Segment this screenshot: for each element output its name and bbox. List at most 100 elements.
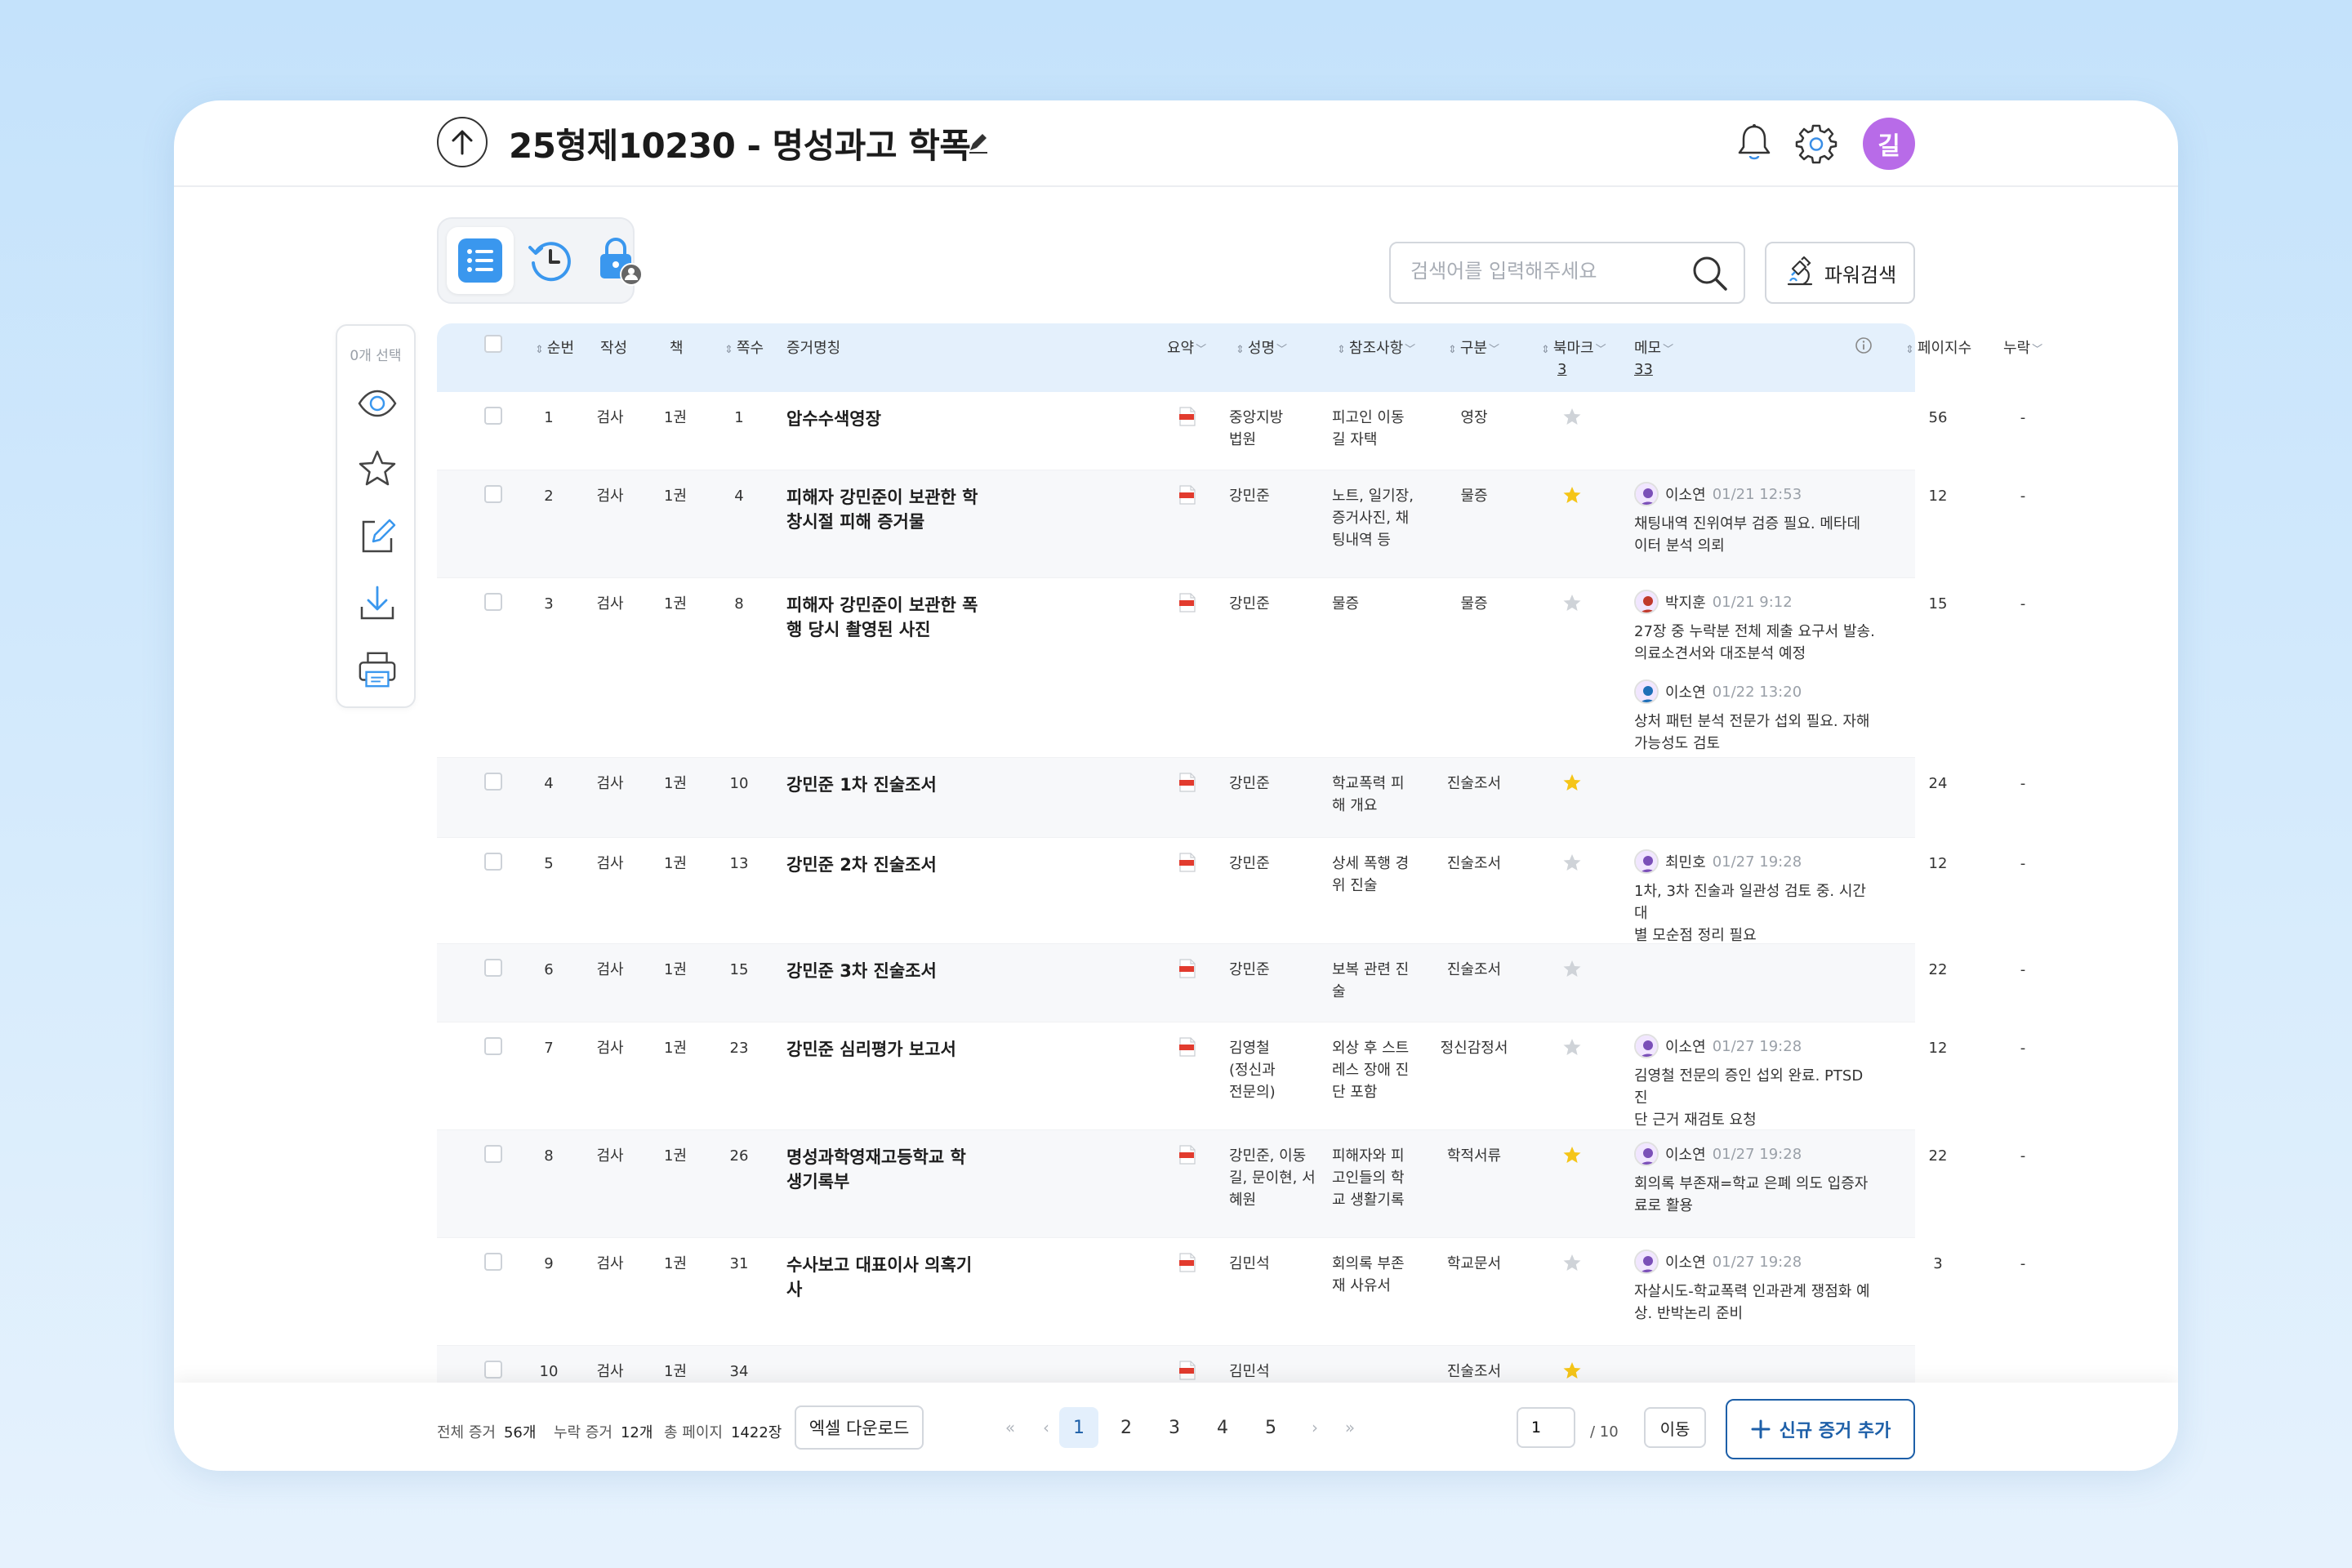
pdf-icon[interactable] <box>1178 485 1196 505</box>
table-row[interactable]: 9 검사 1권 31 수사보고 대표이사 의혹기 사 김민석 회의록 부존 재 사유서 학교문… <box>437 1238 2025 1346</box>
table-row[interactable]: 6 검사 1권 15 강민준 3차 진술조서 강민준 보복 관련 진 술 진술조서 22 - <box>437 944 2025 1022</box>
memo-author: 이소연 <box>1665 487 1706 504</box>
star-filled-icon[interactable] <box>1562 1361 1582 1380</box>
pdf-icon[interactable] <box>1178 773 1196 792</box>
col-ref[interactable]: ⇕ 참조사항 ﹀ <box>1337 336 1415 358</box>
last-page-button[interactable]: » <box>1330 1407 1370 1448</box>
user-avatar[interactable]: 길 <box>1863 118 1915 170</box>
row-checkbox[interactable] <box>484 773 502 791</box>
next-page-button[interactable]: › <box>1295 1407 1334 1448</box>
pdf-icon[interactable] <box>1178 853 1196 872</box>
evidence-name[interactable]: 강민준 2차 진술조서 <box>786 853 991 877</box>
star-empty-icon[interactable] <box>1562 1253 1582 1272</box>
evidence-name[interactable]: 강민준 심리평가 보고서 <box>786 1037 991 1062</box>
evidence-name[interactable]: 강민준 3차 진술조서 <box>786 959 991 983</box>
history-view-tab[interactable] <box>517 227 584 294</box>
search-input[interactable] <box>1410 260 1688 283</box>
search-icon[interactable] <box>1691 255 1729 292</box>
table-row[interactable]: 7 검사 1권 23 강민준 심리평가 보고서 김영철 (정신과 전문의) 외상 후 스트 … <box>437 1022 2025 1131</box>
col-type[interactable]: ⇕ 구분 ﹀ <box>1448 336 1499 358</box>
excel-download-button[interactable]: 엑셀 다운로드 <box>795 1405 924 1450</box>
row-checkbox[interactable] <box>484 853 502 871</box>
col-summary[interactable]: 요약 ﹀ <box>1167 336 1206 358</box>
list-view-tab[interactable] <box>447 227 514 294</box>
memo-item[interactable]: 박지훈 01/21 9:12 27장 중 누락분 전체 제출 요구서 발송. 의료소… <box>1634 590 1879 665</box>
go-page-button[interactable]: 이동 <box>1644 1407 1706 1448</box>
row-checkbox[interactable] <box>484 407 502 425</box>
pdf-icon[interactable] <box>1178 1037 1196 1057</box>
pdf-icon[interactable] <box>1178 407 1196 426</box>
bell-icon[interactable] <box>1734 122 1775 167</box>
col-page[interactable]: ⇕ 쪽수 <box>724 336 764 358</box>
view-button[interactable] <box>357 383 398 424</box>
pdf-icon[interactable] <box>1178 1145 1196 1165</box>
evidence-name[interactable]: 명성과학영재고등학교 학 생기록부 <box>786 1145 991 1194</box>
star-filled-icon[interactable] <box>1562 773 1582 792</box>
star-empty-icon[interactable] <box>1562 593 1582 612</box>
pdf-icon[interactable] <box>1178 1361 1196 1380</box>
col-bookmark[interactable]: ⇕ 북마크 ﹀ <box>1541 336 1606 358</box>
power-search-button[interactable]: 파워검색 <box>1765 242 1915 304</box>
memo-item[interactable]: 최민호 01/27 19:28 1차, 3차 진술과 일관성 검토 중. 시간대 별… <box>1634 849 1879 947</box>
table-row[interactable]: 2 검사 1권 4 피해자 강민준이 보관한 학 창시절 피해 증거물 강민준 노트, 일기… <box>437 470 2025 578</box>
gear-icon[interactable] <box>1795 122 1838 167</box>
bookmark-button[interactable] <box>357 448 398 489</box>
author-cell: 검사 <box>596 1147 624 1165</box>
table-row[interactable]: 4 검사 1권 10 강민준 1차 진술조서 강민준 학교폭력 피 해 개요 진술조서 24 - <box>437 758 2025 838</box>
row-checkbox[interactable] <box>484 959 502 977</box>
pdf-icon[interactable] <box>1178 593 1196 612</box>
star-filled-icon[interactable] <box>1562 485 1582 505</box>
print-button[interactable] <box>357 649 398 690</box>
select-all-checkbox[interactable] <box>484 335 502 353</box>
private-view-tab[interactable] <box>586 227 653 294</box>
pdf-icon[interactable] <box>1178 1253 1196 1272</box>
col-seq[interactable]: ⇕ 순번 <box>535 336 574 358</box>
row-checkbox[interactable] <box>484 593 502 611</box>
table-row[interactable]: 3 검사 1권 8 피해자 강민준이 보관한 폭 행 당시 촬영된 사진 강민준 물증 물증 박… <box>437 578 2025 758</box>
download-button[interactable] <box>357 582 398 623</box>
col-pages[interactable]: ⇕ 페이지수 <box>1905 336 1971 358</box>
page-1-button[interactable]: 1 <box>1059 1407 1098 1448</box>
evidence-name[interactable]: 피해자 강민준이 보관한 폭 행 당시 촬영된 사진 <box>786 593 991 642</box>
star-filled-icon[interactable] <box>1562 1145 1582 1165</box>
memo-item[interactable]: 이소연 01/22 13:20 상처 패턴 분석 전문가 섭외 필요. 자해 가능성… <box>1634 679 1879 755</box>
pencil-icon[interactable] <box>966 130 991 158</box>
evidence-name[interactable]: 피해자 강민준이 보관한 학 창시절 피해 증거물 <box>786 485 991 534</box>
table-row[interactable]: 5 검사 1권 13 강민준 2차 진술조서 강민준 상세 폭행 경 위 진술 진술조서 최민호… <box>437 838 2025 947</box>
memo-item[interactable]: 이소연 01/21 12:53 채팅내역 진위여부 검증 필요. 메타데 이터 분석… <box>1634 482 1879 557</box>
row-checkbox[interactable] <box>484 1253 502 1271</box>
missing-cell: - <box>2020 855 2026 872</box>
star-empty-icon[interactable] <box>1562 853 1582 872</box>
star-empty-icon[interactable] <box>1562 1037 1582 1057</box>
info-icon[interactable] <box>1855 336 1873 359</box>
table-row[interactable]: 1 검사 1권 1 압수수색영장 중앙지방 법원 피고인 이동 길 자택 영장 56 - <box>437 392 2025 470</box>
first-page-button[interactable]: « <box>991 1407 1030 1448</box>
page-2-button[interactable]: 2 <box>1107 1407 1146 1448</box>
edit-button[interactable] <box>357 515 398 556</box>
memo-item[interactable]: 이소연 01/27 19:28 자살시도-학교폭력 인과관계 쟁점화 예 상. 반박… <box>1634 1250 1879 1325</box>
row-checkbox[interactable] <box>484 1145 502 1163</box>
memo-item[interactable]: 이소연 01/27 19:28 김영철 전문의 증인 섭외 완료. PTSD 진 단… <box>1634 1034 1879 1131</box>
memo-item[interactable]: 이소연 01/27 19:28 회의록 부존재=학교 은폐 의도 입증자 료로 활용 <box>1634 1142 1879 1217</box>
pdf-icon[interactable] <box>1178 959 1196 978</box>
col-person[interactable]: ⇕ 성명 ﹀ <box>1236 336 1287 358</box>
col-missing[interactable]: 누락 ﹀ <box>2003 336 2042 358</box>
page-4-button[interactable]: 4 <box>1203 1407 1242 1448</box>
page-5-button[interactable]: 5 <box>1251 1407 1290 1448</box>
evidence-name[interactable]: 강민준 1차 진술조서 <box>786 773 991 797</box>
back-button[interactable] <box>437 117 488 167</box>
evidence-name[interactable]: 압수수색영장 <box>786 407 991 431</box>
row-checkbox[interactable] <box>484 485 502 503</box>
row-checkbox[interactable] <box>484 1037 502 1055</box>
action-sidebar: 0개 선택 <box>336 324 416 708</box>
table-row[interactable]: 8 검사 1권 26 명성과학영재고등학교 학 생기록부 강민준, 이동 길, 문이현, … <box>437 1130 2025 1238</box>
memo-author: 이소연 <box>1665 1039 1706 1056</box>
page-number-input[interactable] <box>1517 1407 1575 1448</box>
page-3-button[interactable]: 3 <box>1155 1407 1194 1448</box>
star-empty-icon[interactable] <box>1562 959 1582 978</box>
add-evidence-button[interactable]: 신규 증거 추가 <box>1726 1399 1915 1459</box>
col-memo[interactable]: 메모 ﹀ <box>1634 336 1673 358</box>
star-empty-icon[interactable] <box>1562 407 1582 426</box>
evidence-name[interactable]: 수사보고 대표이사 의혹기 사 <box>786 1253 991 1302</box>
row-checkbox[interactable] <box>484 1361 502 1379</box>
